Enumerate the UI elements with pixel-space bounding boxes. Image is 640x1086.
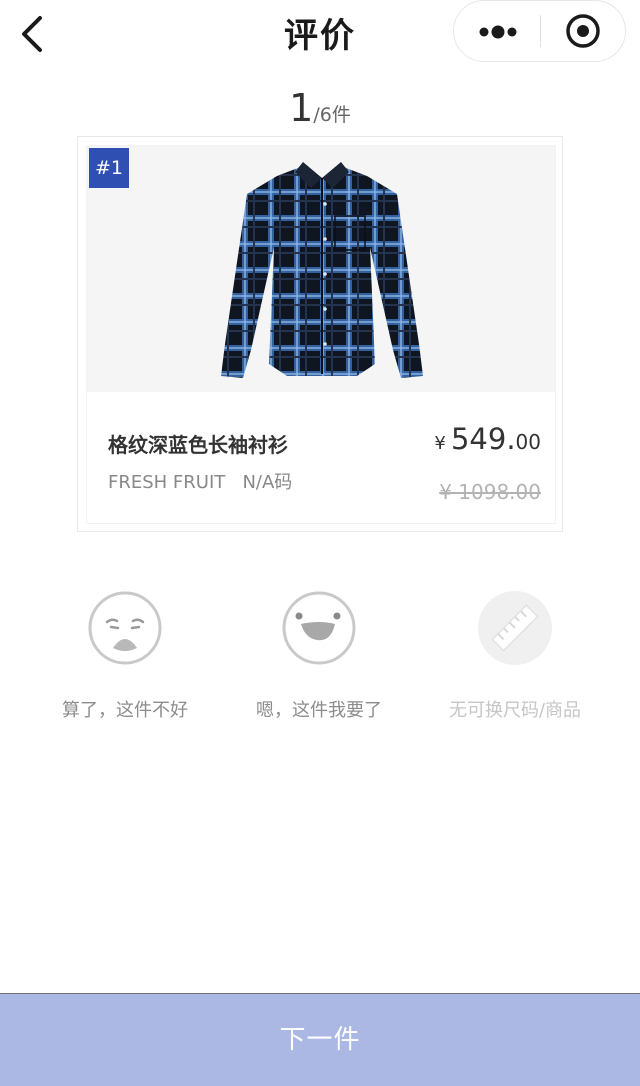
item-counter: 1/6件 (0, 86, 640, 130)
more-button[interactable] (454, 1, 540, 61)
plaid-shirt-image (221, 162, 423, 378)
menu-capsule (453, 0, 626, 62)
price-integer: 549. (450, 422, 516, 456)
product-name: 格纹深蓝色长袖衬衫 (108, 433, 288, 457)
price-decimal: 00 (515, 430, 541, 454)
original-price: ¥ 1098.00 (439, 480, 541, 504)
target-circle-icon (566, 14, 600, 48)
more-dots-icon (479, 25, 517, 39)
product-card-inner: #1 格纹深蓝色长袖衬衫 FRESH FRUIT N/A码 ¥ 549.00 ¥… (87, 146, 555, 523)
counter-total: /6件 (313, 104, 351, 126)
navigation-bar: 评价 (0, 0, 640, 64)
sad-face-icon (88, 591, 162, 665)
price-currency: ¥ (434, 433, 446, 454)
counter-current: 1 (289, 86, 314, 130)
option-no-size-label: 无可换尺码/商品 (448, 700, 582, 721)
ruler-icon (478, 591, 552, 665)
product-spec: FRESH FRUIT N/A码 (108, 468, 292, 494)
happy-face-icon (282, 591, 356, 665)
option-no-size[interactable]: 无可换尺码/商品 (425, 590, 605, 726)
option-accept-label: 嗯，这件我要了 (256, 700, 382, 721)
option-reject[interactable]: 算了，这件不好 (35, 590, 215, 726)
product-price: ¥ 549.00 (434, 422, 541, 456)
product-size: N/A码 (242, 472, 293, 493)
product-brand: FRESH FRUIT (108, 472, 226, 493)
option-reject-label: 算了，这件不好 (62, 700, 188, 721)
product-card: #1 格纹深蓝色长袖衬衫 FRESH FRUIT N/A码 ¥ 549.00 ¥… (77, 136, 563, 532)
next-item-button[interactable]: 下一件 (0, 993, 640, 1086)
product-image: #1 (87, 146, 555, 392)
item-index-badge: #1 (89, 148, 129, 188)
close-button[interactable] (541, 1, 626, 61)
option-accept[interactable]: 嗯，这件我要了 (229, 590, 409, 726)
